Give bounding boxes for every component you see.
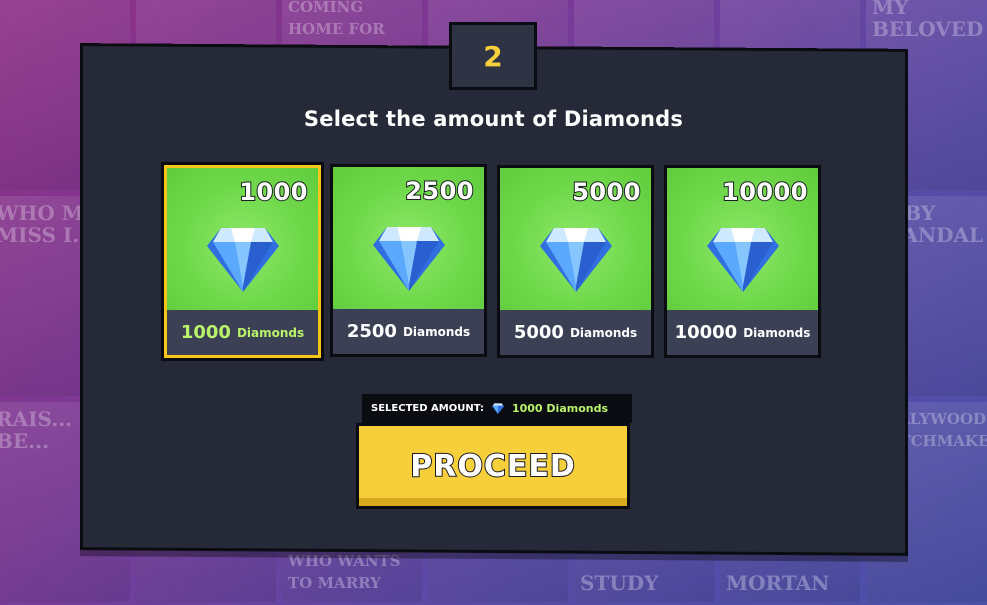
card-count: 10000 xyxy=(674,322,738,343)
diamond-option-card-2500[interactable]: 2500 2500 Diamonds xyxy=(330,164,487,357)
card-unit: Diamonds xyxy=(569,325,638,340)
proceed-button[interactable]: PROCEED xyxy=(356,423,630,509)
card-count: 1000 xyxy=(180,322,231,343)
card-label: 1000 Diamonds xyxy=(167,310,318,355)
card-top: 2500 xyxy=(333,167,484,309)
diamond-icon xyxy=(706,228,779,292)
step-number: 2 xyxy=(483,39,503,73)
selected-amount-value: 1000 Diamonds xyxy=(511,402,609,415)
step-badge: 2 xyxy=(449,22,537,90)
poster-title: STUDY xyxy=(580,571,659,595)
card-count: 2500 xyxy=(346,321,397,342)
card-label: 5000 Diamonds xyxy=(500,310,651,355)
diamond-option-card-1000[interactable]: 1000 1000 Diamonds xyxy=(161,162,324,361)
card-amount: 2500 xyxy=(404,176,474,206)
diamond-icon xyxy=(372,227,445,291)
poster-title: WHO WANTS TO MARRY xyxy=(288,552,401,592)
card-amount: 1000 xyxy=(238,177,308,207)
card-top: 10000 xyxy=(667,168,818,310)
card-top: 5000 xyxy=(500,168,651,310)
poster-title: MY BELOVED xyxy=(872,0,984,41)
card-amount: 5000 xyxy=(571,177,641,207)
selected-amount-label: SELECTED AMOUNT: xyxy=(371,403,484,414)
diamond-icon xyxy=(539,228,612,292)
card-unit: Diamonds xyxy=(236,325,305,340)
proceed-button-label: PROCEED xyxy=(409,448,576,485)
diamond-icon xyxy=(206,228,279,292)
selected-amount-bar: SELECTED AMOUNT: 1000 Diamonds xyxy=(362,394,632,423)
card-label: 2500 Diamonds xyxy=(333,309,484,354)
card-count: 5000 xyxy=(513,322,564,343)
card-unit: Diamonds xyxy=(402,324,471,339)
card-amount: 10000 xyxy=(721,177,809,207)
diamond-icon xyxy=(491,403,504,414)
card-label: 10000 Diamonds xyxy=(667,310,818,355)
page-title: Select the amount of Diamonds xyxy=(303,107,684,131)
card-top: 1000 xyxy=(167,168,318,310)
card-unit: Diamonds xyxy=(743,325,811,340)
poster-title: MORTAN xyxy=(726,571,830,595)
diamond-option-card-10000[interactable]: 10000 10000 Diamonds xyxy=(664,165,821,358)
diamond-option-card-5000[interactable]: 5000 5000 Diamonds xyxy=(497,165,654,358)
